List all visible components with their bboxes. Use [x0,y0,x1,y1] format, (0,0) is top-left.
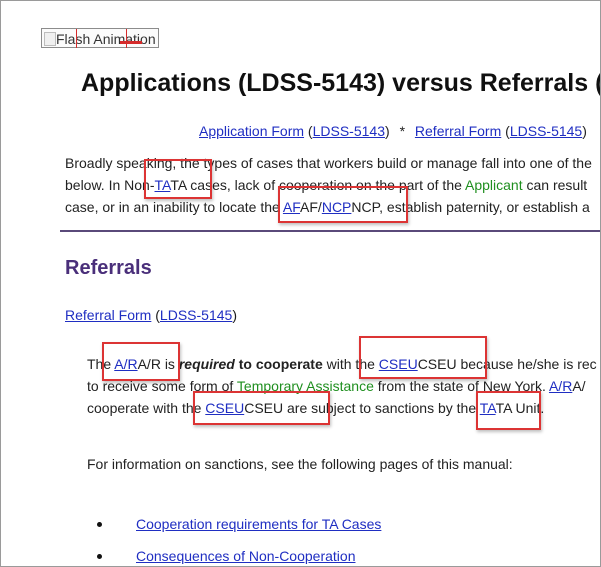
text: case, or in an inability to locate the [65,199,283,215]
highlight-box-af-ncp [278,186,408,223]
document-frame: Flash Animation Applications (LDSS-5143)… [0,0,601,567]
flash-animation-image: Flash Animation [41,28,159,48]
bullet-icon [97,554,102,559]
application-form-link[interactable]: Application Form [199,123,304,139]
text: cooperate with the [87,400,206,416]
highlight-box-ta [144,159,212,199]
section-heading: Referrals [65,257,152,279]
separator: * [399,123,406,139]
referral-form-code-link[interactable]: LDSS-5145 [510,123,582,139]
cooperate-text: to cooperate [234,356,323,372]
page-title: Applications (LDSS-5143) versus Referral… [81,69,601,97]
form-links: Application Form (LDSS-5143) * Referral … [199,123,587,139]
referral-form-link-2[interactable]: Referral Form [65,307,151,323]
applicant-term: Applicant [465,177,523,193]
broken-image-icon [44,32,56,46]
highlight-box-cseu [359,336,487,379]
text: below. In Non- [65,177,155,193]
annotation-mark [120,41,142,44]
highlight-box-ar [102,342,180,381]
text: can result [522,177,588,193]
annotation-mark [76,29,77,48]
sanctions-text: For information on sanctions, see the fo… [87,456,513,472]
ar-link-2[interactable]: A/R [549,378,572,394]
required-text: required [178,356,235,372]
bullet-icon [97,522,102,527]
consequences-link[interactable]: Consequences of Non-Cooperation [136,548,355,564]
referral-form-link[interactable]: Referral Form [415,123,501,139]
flash-alt-text: Flash Animation [56,31,156,47]
text: A/ [572,378,586,394]
cooperation-requirements-link[interactable]: Cooperation requirements for TA Cases [136,516,381,532]
highlight-box-cseu-2 [193,391,330,425]
annotation-mark [126,29,127,48]
referral-form-code-link-2[interactable]: LDSS-5145 [160,307,232,323]
application-form-code-link[interactable]: LDSS-5143 [313,123,385,139]
highlight-box-ta-unit [476,391,541,430]
referral-form-line: Referral Form (LDSS-5145) [65,307,237,323]
section-divider [60,230,600,232]
